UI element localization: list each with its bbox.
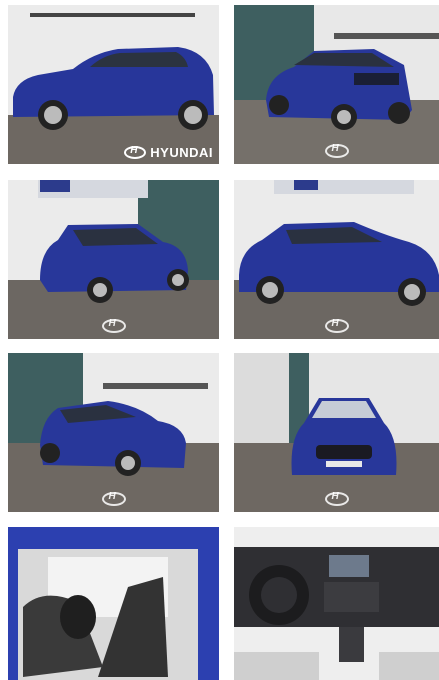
- photo-front-quarter-view[interactable]: [8, 353, 219, 512]
- hyundai-watermark-icon: [101, 491, 126, 506]
- hyundai-watermark-icon: [324, 318, 349, 333]
- photo-side-view[interactable]: HYUNDAI: [8, 5, 219, 164]
- hyundai-brand-logo: HYUNDAI: [124, 145, 213, 160]
- hyundai-logo-icon: [124, 145, 147, 159]
- photo-rear-left-view[interactable]: [8, 180, 219, 339]
- photo-front-view[interactable]: [234, 353, 439, 512]
- hyundai-watermark-icon: [324, 143, 349, 158]
- photo-gallery: HYUNDAI: [0, 0, 439, 680]
- photo-right-side-view[interactable]: [234, 180, 439, 339]
- hyundai-watermark-icon: [101, 318, 126, 333]
- brand-wordmark: HYUNDAI: [150, 145, 213, 160]
- photo-dashboard[interactable]: [234, 527, 439, 680]
- hyundai-watermark-icon: [324, 491, 349, 506]
- photo-rear-quarter-view[interactable]: [234, 5, 439, 164]
- photo-interior-seats[interactable]: [8, 527, 219, 680]
